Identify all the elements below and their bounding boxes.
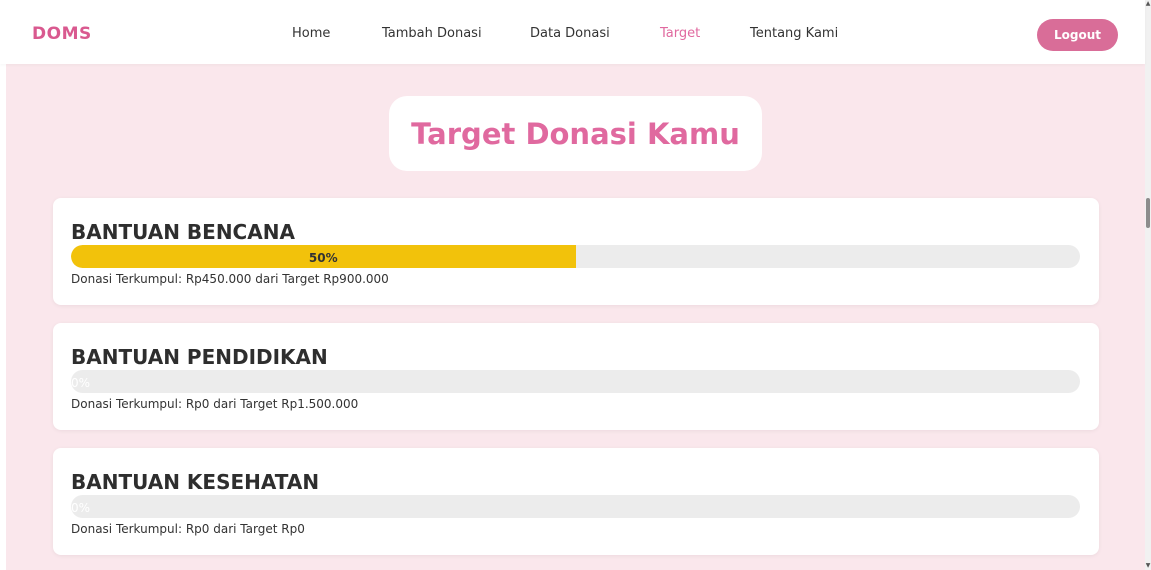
nav-link-tentang-kami[interactable]: Tentang Kami (750, 26, 838, 41)
nav-links: Home Tambah Donasi Data Donasi Target Te… (0, 0, 1145, 64)
logout-button[interactable]: Logout (1037, 19, 1118, 51)
scroll-up-arrow-icon[interactable]: ▲ (1145, 0, 1151, 8)
nav-link-target[interactable]: Target (660, 26, 700, 41)
progress-fill: 0% (71, 375, 91, 390)
scroll-down-arrow-icon[interactable]: ▼ (1145, 562, 1151, 570)
page-title-box: Target Donasi Kamu (389, 96, 762, 171)
navbar: DOMS Home Tambah Donasi Data Donasi Targ… (0, 0, 1145, 64)
target-card-info: Donasi Terkumpul: Rp450.000 dari Target … (71, 272, 389, 286)
nav-link-home[interactable]: Home (292, 26, 330, 41)
scroll-thumb[interactable] (1146, 198, 1150, 228)
target-card-bencana: BANTUAN BENCANA 50% Donasi Terkumpul: Rp… (53, 198, 1099, 305)
page-title: Target Donasi Kamu (411, 116, 740, 151)
target-card-info: Donasi Terkumpul: Rp0 dari Target Rp1.50… (71, 397, 359, 411)
progress-bar: 0% (71, 370, 1080, 393)
target-card-pendidikan: BANTUAN PENDIDIKAN 0% Donasi Terkumpul: … (53, 323, 1099, 430)
target-card-info: Donasi Terkumpul: Rp0 dari Target Rp0 (71, 522, 305, 536)
main-content: Target Donasi Kamu BANTUAN BENCANA 50% D… (6, 64, 1145, 570)
target-card-title: BANTUAN KESEHATAN (71, 470, 320, 494)
progress-bar: 0% (71, 495, 1080, 518)
nav-link-data-donasi[interactable]: Data Donasi (530, 26, 610, 41)
target-card-kesehatan: BANTUAN KESEHATAN 0% Donasi Terkumpul: R… (53, 448, 1099, 555)
target-card-title: BANTUAN BENCANA (71, 220, 295, 244)
page-scrollbar[interactable]: ▲ ▼ (1145, 0, 1151, 570)
nav-link-tambah-donasi[interactable]: Tambah Donasi (382, 26, 482, 41)
progress-fill: 0% (71, 500, 91, 515)
progress-fill: 50% (71, 245, 576, 268)
target-card-title: BANTUAN PENDIDIKAN (71, 345, 328, 369)
progress-bar: 50% (71, 245, 1080, 268)
